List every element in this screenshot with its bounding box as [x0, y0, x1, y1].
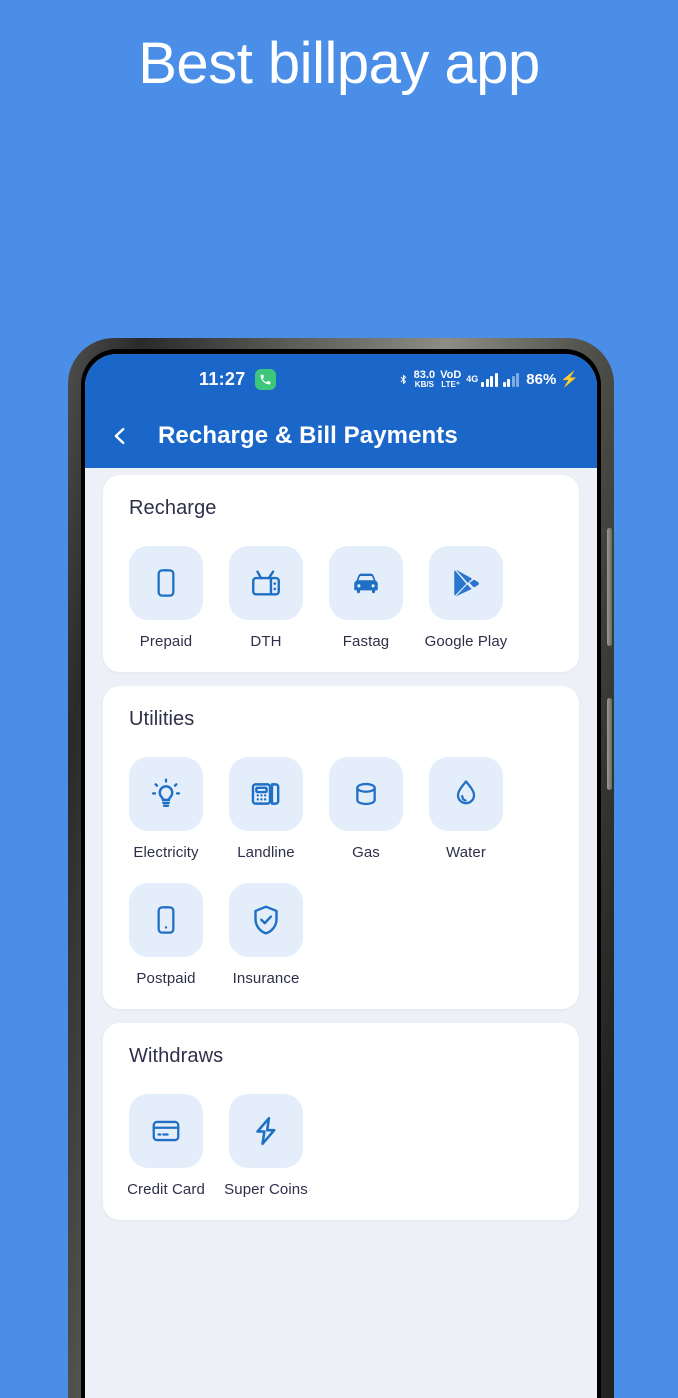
- status-time: 11:27: [199, 368, 246, 389]
- content-scroll-area[interactable]: Recharge Prepaid DTH Fastag Google Play …: [85, 468, 597, 1398]
- water-drop-icon: [429, 757, 503, 831]
- shield-check-icon: [229, 883, 303, 957]
- smartphone-icon: [129, 546, 203, 620]
- data-speed-unit: KB/S: [414, 379, 434, 389]
- data-speed-indicator: 83.0 KB/S: [413, 368, 436, 389]
- charging-bolt-icon: ⚡: [560, 371, 579, 388]
- tile-label: Postpaid: [136, 970, 196, 987]
- tile-label: Super Coins: [224, 1181, 308, 1198]
- tile-label: Gas: [352, 844, 380, 861]
- volte-top-label: VoD: [440, 368, 462, 381]
- section-title: Recharge: [129, 497, 217, 519]
- page-headline: Best billpay app: [138, 31, 540, 96]
- tile-landline[interactable]: Landline: [229, 757, 303, 861]
- tile-electricity[interactable]: Electricity: [129, 757, 203, 861]
- tile-postpaid[interactable]: Postpaid: [129, 883, 203, 987]
- battery-percent-label: 86%: [526, 370, 557, 388]
- google-play-icon: [429, 546, 503, 620]
- tile-label: Electricity: [133, 844, 199, 861]
- section-title: Utilities: [129, 708, 195, 730]
- television-icon: [229, 546, 303, 620]
- section-card-utilities: Utilities Electricity Landline Gas Water…: [103, 686, 579, 1009]
- tile-row: Prepaid DTH Fastag Google Play: [129, 546, 553, 650]
- lightbulb-icon: [129, 757, 203, 831]
- tile-label: Water: [446, 844, 486, 861]
- tile-gas[interactable]: Gas: [329, 757, 403, 861]
- tile-row: Credit Card Super Coins: [127, 1094, 553, 1198]
- tile-dth[interactable]: DTH: [229, 546, 303, 650]
- tile-water[interactable]: Water: [429, 757, 503, 861]
- section-title: Withdraws: [129, 1045, 224, 1067]
- signal-bars-sim1-icon: [481, 372, 498, 387]
- app-bar: Recharge & Bill Payments: [85, 404, 597, 468]
- volume-button[interactable]: [607, 528, 612, 646]
- volte-bottom-label: LTE⁺: [441, 379, 461, 389]
- tile-fastag[interactable]: Fastag: [329, 546, 403, 650]
- volte-indicator: VoD LTE⁺: [440, 368, 462, 389]
- tile-label: Prepaid: [139, 633, 193, 650]
- tile-credit-card[interactable]: Credit Card: [127, 1094, 205, 1198]
- phone-device-frame: 11:27 83.0 KB/S VoD LTE⁺ 4G 86% ⚡ Rechar…: [68, 338, 614, 1398]
- tile-label: Fastag: [342, 633, 390, 650]
- tile-google-play[interactable]: Google Play: [425, 546, 507, 650]
- status-bar-right: 83.0 KB/S VoD LTE⁺ 4G 86% ⚡: [398, 368, 579, 389]
- status-bar: 11:27 83.0 KB/S VoD LTE⁺ 4G 86% ⚡: [85, 354, 597, 404]
- tile-label: Google Play: [424, 633, 508, 650]
- network-type-label: 4G: [466, 374, 479, 384]
- tile-super-coins[interactable]: Super Coins: [224, 1094, 308, 1198]
- gas-cylinder-icon: [329, 757, 403, 831]
- tile-prepaid[interactable]: Prepaid: [129, 546, 203, 650]
- phone-icon: [254, 368, 276, 390]
- tile-label: DTH: [250, 633, 282, 650]
- back-button[interactable]: [103, 419, 137, 453]
- tile-row: Postpaid Insurance: [129, 883, 553, 987]
- signal-bars-sim2-icon: [502, 372, 520, 387]
- status-bar-left: 11:27: [199, 368, 276, 390]
- tile-insurance[interactable]: Insurance: [229, 883, 303, 987]
- lightning-bolt-icon: [229, 1094, 303, 1168]
- credit-card-icon: [129, 1094, 203, 1168]
- desk-phone-icon: [229, 757, 303, 831]
- tile-row: Electricity Landline Gas Water: [129, 757, 553, 861]
- car-icon: [329, 546, 403, 620]
- smartphone-dot-icon: [129, 883, 203, 957]
- power-button[interactable]: [607, 698, 612, 790]
- data-speed-value: 83.0: [413, 368, 436, 381]
- tile-label: Credit Card: [127, 1181, 205, 1198]
- bluetooth-icon: [398, 371, 409, 388]
- section-card-withdraws: Withdraws Credit Card Super Coins: [103, 1023, 579, 1220]
- page-title: Recharge & Bill Payments: [158, 422, 458, 449]
- phone-screen: 11:27 83.0 KB/S VoD LTE⁺ 4G 86% ⚡ Rechar…: [85, 354, 597, 1398]
- tile-label: Landline: [237, 844, 295, 861]
- phone-bezel: 11:27 83.0 KB/S VoD LTE⁺ 4G 86% ⚡ Rechar…: [81, 349, 601, 1398]
- tile-label: Insurance: [232, 970, 300, 987]
- section-card-recharge: Recharge Prepaid DTH Fastag Google Play: [103, 475, 579, 672]
